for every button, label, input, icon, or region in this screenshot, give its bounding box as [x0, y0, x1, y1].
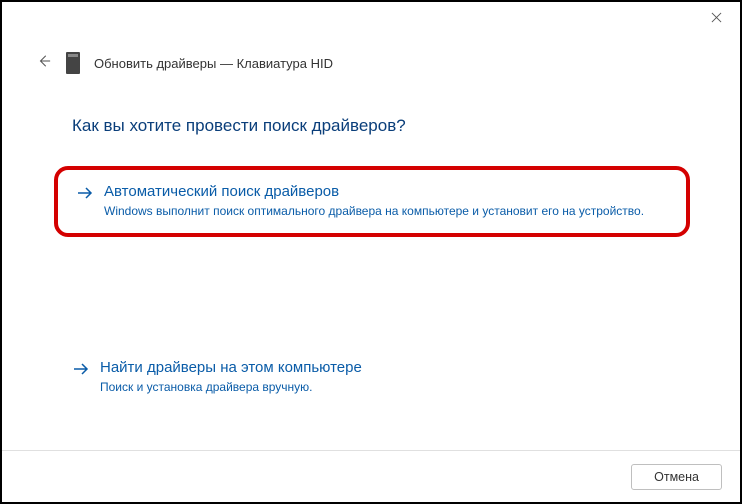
- page-question: Как вы хотите провести поиск драйверов?: [72, 116, 406, 136]
- back-button[interactable]: [36, 55, 52, 71]
- option-manual-search[interactable]: Найти драйверы на этом компьютере Поиск …: [54, 346, 690, 409]
- option-manual-title: Найти драйверы на этом компьютере: [100, 358, 362, 378]
- keyboard-device-icon: [66, 52, 80, 74]
- header: Обновить драйверы — Клавиатура HID: [36, 52, 333, 74]
- option-manual-desc: Поиск и установка драйвера вручную.: [100, 380, 362, 396]
- close-button[interactable]: [702, 8, 730, 30]
- close-icon: [711, 10, 722, 28]
- window-title: Обновить драйверы — Клавиатура HID: [94, 56, 333, 71]
- footer: Отмена: [2, 450, 740, 502]
- option-auto-title: Автоматический поиск драйверов: [104, 182, 644, 202]
- option-auto-desc: Windows выполнит поиск оптимального драй…: [104, 204, 644, 220]
- cancel-button[interactable]: Отмена: [631, 464, 722, 490]
- option-auto-search[interactable]: Автоматический поиск драйверов Windows в…: [54, 166, 690, 237]
- arrow-right-icon: [76, 184, 94, 202]
- back-arrow-icon: [37, 54, 51, 73]
- arrow-right-icon: [72, 360, 90, 378]
